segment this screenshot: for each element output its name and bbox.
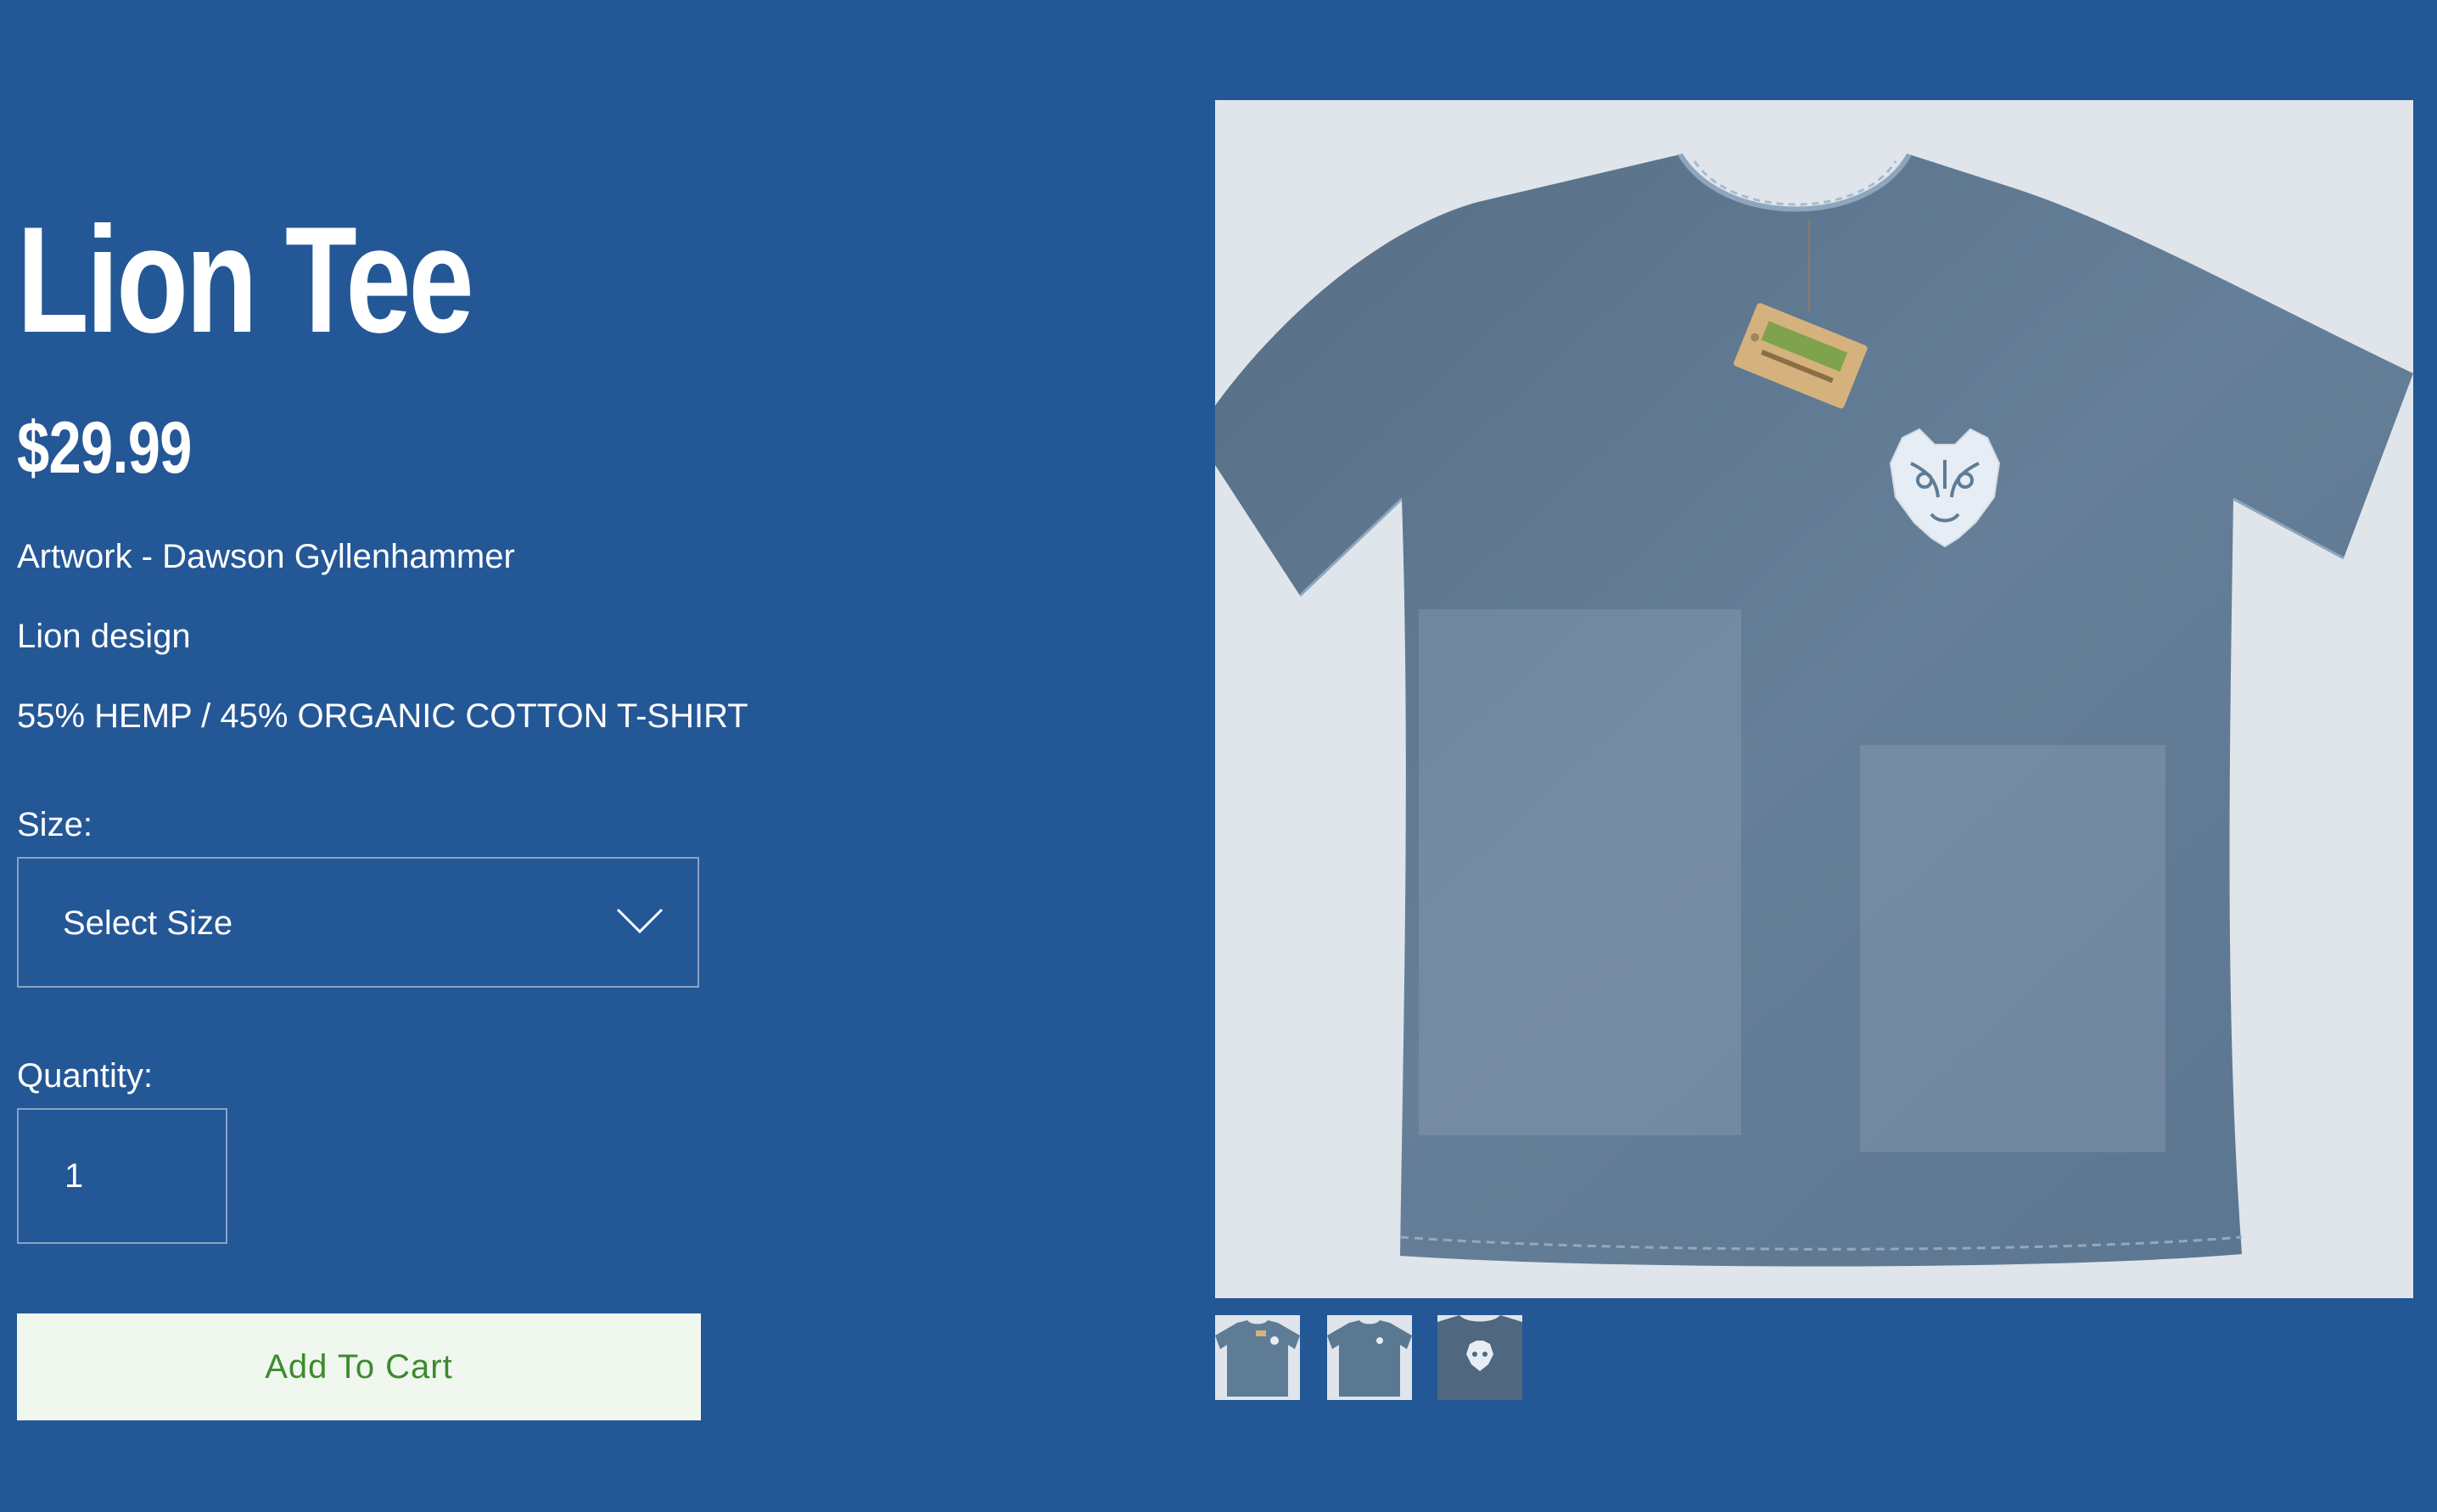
t-shirt-front-thumbnail-icon (1327, 1315, 1412, 1400)
size-select-value: Select Size (63, 904, 233, 942)
size-label: Size: (17, 806, 92, 843)
quantity-label: Quantity: (17, 1057, 154, 1095)
size-select[interactable]: Select Size (17, 857, 699, 988)
product-title: Lion Tee (17, 195, 474, 364)
quantity-input[interactable] (17, 1108, 227, 1244)
t-shirt-photo-icon (1215, 100, 2413, 1298)
lion-print-closeup-thumbnail-icon (1437, 1315, 1522, 1400)
t-shirt-front-with-tag-thumbnail-icon (1215, 1315, 1300, 1400)
main-product-image[interactable] (1215, 100, 2413, 1298)
product-description-design: Lion design (17, 618, 191, 655)
product-description-material: 55% HEMP / 45% ORGANIC COTTON T-SHIRT (17, 697, 748, 735)
chevron-down-icon (616, 908, 664, 934)
thumbnail-3[interactable] (1437, 1315, 1522, 1400)
thumbnail-1[interactable] (1215, 1315, 1300, 1400)
product-price: $29.99 (17, 407, 192, 489)
thumbnail-2[interactable] (1327, 1315, 1412, 1400)
product-description-artwork: Artwork - Dawson Gyllenhammer (17, 538, 515, 575)
add-to-cart-button[interactable]: Add To Cart (17, 1313, 701, 1420)
